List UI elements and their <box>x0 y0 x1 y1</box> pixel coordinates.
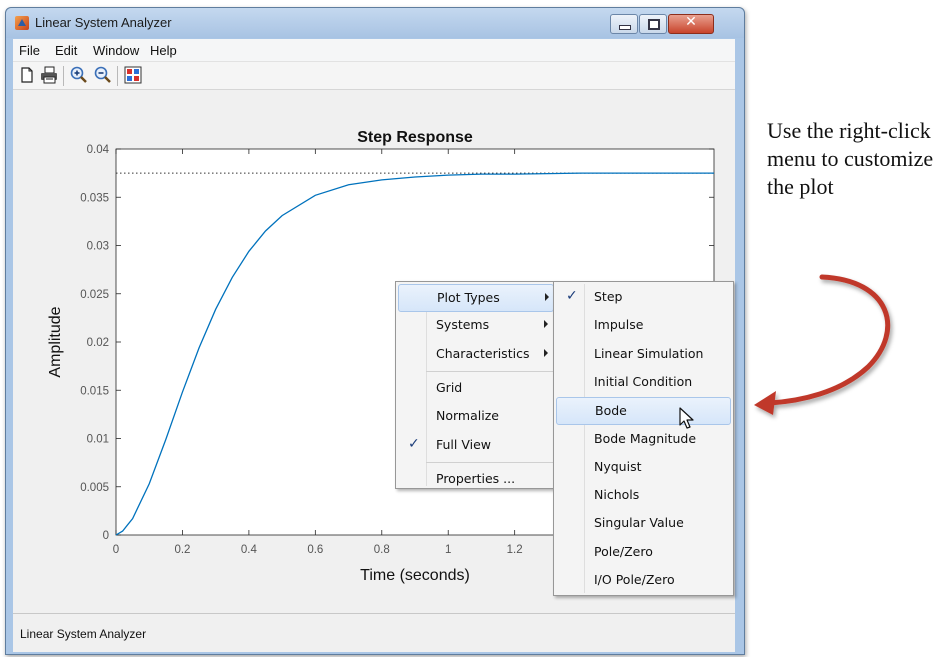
menu-separator <box>426 461 554 463</box>
minimize-icon <box>619 25 631 30</box>
y-tick-label: 0.02 <box>87 337 109 349</box>
minimize-button[interactable] <box>610 14 638 34</box>
checkmark-icon: ✓ <box>566 288 578 304</box>
menu-item-normalize[interactable]: Normalize <box>398 403 552 429</box>
toolbar-separator <box>117 66 118 86</box>
y-tick-label: 0.025 <box>80 289 109 301</box>
plot-type-bode[interactable]: Bode <box>556 397 731 426</box>
maximize-button[interactable] <box>639 14 667 34</box>
zoom-out-icon[interactable] <box>93 65 113 85</box>
menu-item-systems[interactable]: Systems <box>398 312 552 338</box>
plot-type-nyquist[interactable]: Nyquist <box>556 454 729 480</box>
x-tick-label: 0.8 <box>374 544 390 556</box>
plot-type-nichols[interactable]: Nichols <box>556 482 729 508</box>
menu-item-label: Plot Types <box>437 290 500 305</box>
title-bar[interactable]: Linear System Analyzer ✕ <box>6 8 744 38</box>
toolbar-separator <box>63 66 64 86</box>
x-axis-label: Time (seconds) <box>360 567 470 584</box>
x-tick-label: 0.4 <box>241 544 258 556</box>
y-tick-label: 0.03 <box>87 241 109 253</box>
new-figure-icon[interactable] <box>17 65 37 85</box>
menu-window[interactable]: Window <box>93 43 139 58</box>
close-button[interactable]: ✕ <box>668 14 714 34</box>
menu-item-label: Impulse <box>594 317 644 333</box>
plot-type-step[interactable]: ✓ Step <box>556 284 729 310</box>
submenu-arrow-icon <box>544 320 548 329</box>
x-tick-label: 0.6 <box>307 544 323 556</box>
window-title: Linear System Analyzer <box>35 15 172 30</box>
menu-item-label: Pole/Zero <box>594 543 653 559</box>
menu-item-label: Properties ... <box>436 470 516 486</box>
y-tick-label: 0.005 <box>80 482 109 494</box>
menu-item-label: Systems <box>436 317 490 333</box>
menu-file[interactable]: File <box>19 43 40 58</box>
menu-edit[interactable]: Edit <box>55 43 77 58</box>
menu-item-label: Nyquist <box>594 458 642 474</box>
maximize-icon <box>648 19 660 30</box>
x-tick-label: 0 <box>113 544 119 556</box>
submenu-arrow-icon <box>544 348 548 357</box>
y-tick-label: 0 <box>103 530 109 542</box>
matlab-logo-icon <box>15 16 29 30</box>
x-tick-label: 0.2 <box>174 544 190 556</box>
plot-type-impulse[interactable]: Impulse <box>556 312 729 338</box>
y-tick-label: 0.035 <box>80 192 109 204</box>
status-bar: Linear System Analyzer <box>13 613 735 652</box>
menu-item-label: Bode <box>595 403 627 419</box>
menu-item-full-view[interactable]: ✓ Full View <box>398 432 552 458</box>
menu-bar: File Edit Window Help <box>13 39 735 62</box>
plot-type-i-o-pole-zero[interactable]: I/O Pole/Zero <box>556 567 729 593</box>
plot-configuration-icon[interactable] <box>123 65 143 85</box>
y-tick-label: 0.04 <box>87 144 110 156</box>
checkmark-icon: ✓ <box>408 435 420 452</box>
y-tick-label: 0.01 <box>87 434 109 446</box>
chart-title: Step Response <box>357 129 473 146</box>
annotation-text: Use the right-click menu to customize th… <box>767 118 934 199</box>
menu-item-label: Step <box>594 289 623 304</box>
submenu-arrow-icon <box>545 293 549 301</box>
context-menu: Plot Types Systems Characteristics Grid Norm… <box>395 281 557 489</box>
menu-item-grid[interactable]: Grid <box>398 375 552 401</box>
menu-item-label: Full View <box>436 436 492 452</box>
close-icon: ✕ <box>685 14 697 30</box>
menu-item-plot-types[interactable]: Plot Types <box>398 284 554 312</box>
y-axis-label: Amplitude <box>47 306 64 377</box>
toolbar <box>13 62 735 90</box>
menu-item-label: Linear Simulation <box>594 345 704 361</box>
x-tick-label: 1.2 <box>507 544 523 556</box>
menu-item-label: Nichols <box>594 487 640 503</box>
plot-type-singular-value[interactable]: Singular Value <box>556 510 729 536</box>
menu-item-label: Characteristics <box>436 345 530 361</box>
plot-type-bode-magnitude[interactable]: Bode Magnitude <box>556 426 729 452</box>
menu-help[interactable]: Help <box>150 43 177 58</box>
status-text: Linear System Analyzer <box>20 627 147 641</box>
menu-item-label: Normalize <box>436 408 499 424</box>
plot-type-linear-simulation[interactable]: Linear Simulation <box>556 341 729 367</box>
plot-type-initial-condition[interactable]: Initial Condition <box>556 369 729 395</box>
menu-item-label: Singular Value <box>594 515 684 531</box>
annotation-arrow-icon <box>754 274 891 415</box>
menu-item-properties[interactable]: Properties ... <box>398 466 552 492</box>
menu-item-label: I/O Pole/Zero <box>594 572 675 587</box>
zoom-in-icon[interactable] <box>69 65 89 85</box>
menu-item-label: Grid <box>436 379 463 395</box>
print-icon[interactable] <box>39 65 59 85</box>
x-tick-label: 1 <box>445 544 451 556</box>
y-tick-label: 0.015 <box>80 385 109 397</box>
menu-item-characteristics[interactable]: Characteristics <box>398 341 552 367</box>
menu-item-label: Bode Magnitude <box>594 430 697 446</box>
menu-separator <box>426 370 554 372</box>
plot-type-pole-zero[interactable]: Pole/Zero <box>556 539 729 565</box>
menu-item-label: Initial Condition <box>594 373 693 389</box>
mouse-cursor-icon <box>679 407 694 429</box>
plot-types-submenu: ✓ Step Impulse Linear Simulation Initial Con… <box>553 281 734 596</box>
